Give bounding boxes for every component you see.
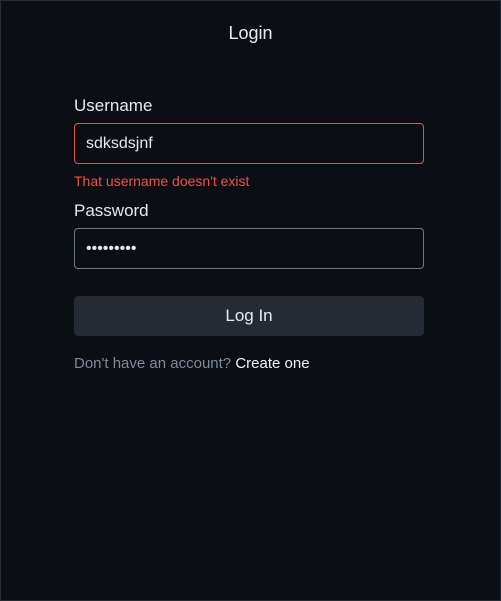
username-error-message: That username doesn't exist [74,173,250,189]
login-window: Login Username That username doesn't exi… [0,0,501,601]
login-form: Username That username doesn't exist Pas… [74,96,425,372]
signup-prompt-text: Don't have an account? [74,355,232,372]
page-title: Login [228,23,273,43]
signup-prompt: Don't have an account? Create one [74,355,425,372]
username-label: Username [74,96,153,115]
username-input[interactable] [74,123,424,164]
create-account-link[interactable]: Create one [235,355,309,372]
login-button[interactable]: Log In [74,296,424,336]
password-input[interactable] [74,228,424,269]
password-label: Password [74,201,149,220]
